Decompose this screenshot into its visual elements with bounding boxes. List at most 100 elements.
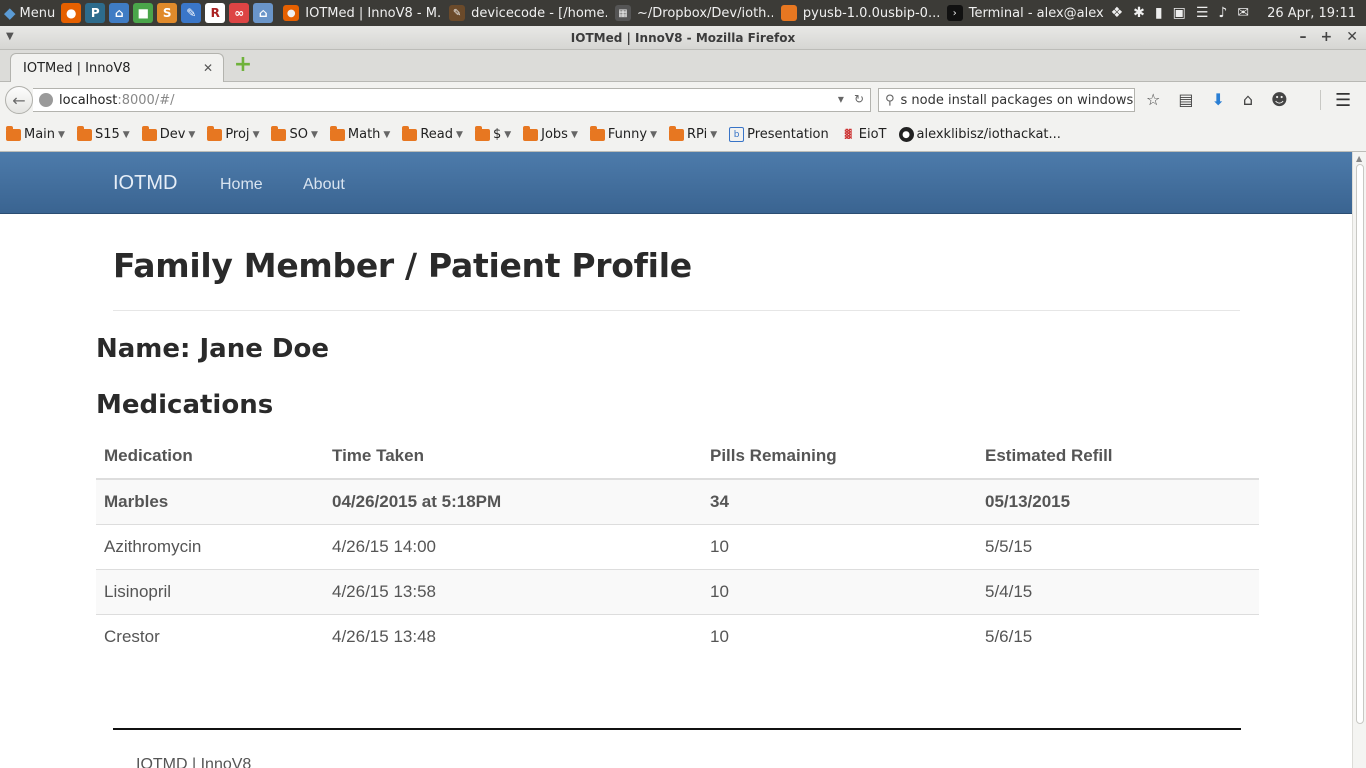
search-input[interactable]: s node install packages on windows [901, 93, 1134, 108]
editor-launcher-icon[interactable]: ✎ [181, 3, 202, 23]
bookmark-folder-money[interactable]: $ ▼ [474, 125, 512, 142]
bookmark-star-icon[interactable]: ☆ [1146, 90, 1160, 109]
presentation-icon: b [729, 127, 745, 142]
site-brand[interactable]: IOTMD [113, 172, 177, 195]
back-button[interactable]: ← [5, 86, 33, 114]
folder-icon [589, 125, 605, 141]
bookmark-folder-proj[interactable]: Proj ▼ [207, 125, 260, 142]
chevron-down-icon: ▼ [504, 129, 512, 140]
cell-time-taken: 4/26/15 13:48 [324, 613, 702, 659]
task-files[interactable]: ▦ ~/Dropbox/Dev/ioth... [611, 1, 773, 25]
hamburger-menu-icon[interactable]: ☰ [1335, 90, 1351, 111]
mail-icon[interactable]: ✉ [1237, 5, 1249, 21]
system-panel: ◆ Menu ● P ⌂ ■ S ✎ R ∞ ⌂ ● IOTMed | Inno… [0, 0, 1366, 26]
rstudio-launcher-icon[interactable]: R [205, 3, 226, 23]
cell-time-taken: 4/26/15 13:58 [324, 568, 702, 614]
window-controls: – + ✕ [1300, 29, 1358, 45]
scrollbar-thumb[interactable] [1356, 164, 1364, 724]
chevron-down-icon: ▼ [252, 129, 260, 140]
chevron-down-icon: ▼ [650, 129, 657, 140]
close-icon[interactable]: ✕ [1346, 29, 1358, 45]
download-icon[interactable]: ⬇ [1211, 90, 1224, 109]
folder-icon [523, 125, 539, 141]
chevron-down-icon: ▼ [456, 129, 463, 140]
chevron-down-icon: ▼ [710, 129, 718, 140]
scroll-up-icon[interactable]: ▲ [1356, 154, 1362, 163]
cell-medication: Marbles [96, 478, 324, 524]
task-terminal[interactable]: › Terminal - alex@alex... [943, 1, 1105, 25]
sublime-launcher-icon[interactable]: S [157, 3, 178, 23]
bookmark-presentation[interactable]: b Presentation [729, 127, 829, 142]
bookmark-folder-funny[interactable]: Funny ▼ [589, 125, 657, 142]
bookmark-folder-s15[interactable]: S15 ▼ [76, 125, 130, 142]
wifi-icon[interactable]: ☰ [1196, 5, 1209, 21]
footer-divider [113, 728, 1241, 730]
bookmark-eiot[interactable]: ▓ EioT [841, 127, 887, 142]
folder-icon [141, 125, 157, 141]
misc-launcher-icon[interactable]: ∞ [229, 3, 250, 23]
nav-link-about[interactable]: About [303, 176, 345, 194]
cell-estimated-refill: 5/6/15 [977, 613, 1259, 659]
bookmark-folder-jobs[interactable]: Jobs ▼ [523, 125, 578, 142]
cell-estimated-refill: 05/13/2015 [977, 478, 1259, 524]
reading-list-icon[interactable]: ▤ [1178, 90, 1193, 109]
bookmark-label: Math [347, 127, 381, 142]
page-viewport: IOTMD Home About Family Member / Patient… [0, 152, 1352, 768]
new-tab-icon[interactable]: + [233, 54, 253, 76]
search-go-icon[interactable]: → [1133, 93, 1134, 108]
chat-icon[interactable]: ☻ [1271, 90, 1288, 109]
page-scrollbar[interactable]: ▲ [1352, 152, 1366, 768]
task-editor[interactable]: ✎ devicecode - [/home... [445, 1, 607, 25]
taskbar: ● IOTMed | InnoV8 - M... ✎ devicecode - … [279, 1, 1105, 25]
bookmark-folder-rpi[interactable]: RPi ▼ [668, 125, 718, 142]
back-arrow-icon: ← [12, 90, 26, 110]
cell-pills-remaining: 34 [702, 478, 977, 524]
bookmark-folder-dev[interactable]: Dev ▼ [141, 125, 195, 142]
maximize-icon[interactable]: + [1321, 29, 1333, 45]
bookmark-label: Funny [607, 127, 648, 142]
bookmark-folder-main[interactable]: Main ▼ [6, 125, 65, 142]
chevron-down-icon: ▼ [122, 129, 130, 140]
task-folder[interactable]: pyusb-1.0.0usbip-0.... [777, 1, 939, 25]
volume-icon[interactable]: ♪ [1218, 5, 1227, 21]
url-dropdown-icon[interactable]: ▾ [838, 92, 844, 106]
tab-iotmed[interactable]: IOTMed | InnoV8 ✕ [10, 53, 224, 82]
table-row: Lisinopril 4/26/15 13:58 10 5/4/15 [96, 568, 1259, 614]
firefox-icon: ● [283, 5, 300, 21]
table-row: Azithromycin 4/26/15 14:00 10 5/5/15 [96, 523, 1259, 569]
window-titlebar: ▼ IOTMed | InnoV8 - Mozilla Firefox – + … [0, 26, 1366, 50]
nautilus-launcher-icon[interactable]: ⌂ [109, 3, 130, 23]
firefox-launcher-icon[interactable]: ● [61, 3, 82, 23]
tab-close-icon[interactable]: ✕ [203, 61, 213, 75]
pycharm-launcher-icon[interactable]: P [85, 3, 106, 23]
bookmark-label: Dev [159, 127, 186, 142]
bluetooth-icon[interactable]: ✱ [1133, 5, 1145, 21]
task-firefox[interactable]: ● IOTMed | InnoV8 - M... [279, 1, 441, 25]
home-icon[interactable]: ⌂ [1243, 90, 1253, 109]
eiot-icon: ▓ [844, 129, 852, 140]
bookmark-folder-so[interactable]: SO ▼ [271, 125, 318, 142]
bookmark-folder-read[interactable]: Read ▼ [402, 125, 463, 142]
reload-icon[interactable]: ↻ [854, 92, 864, 106]
window-title: IOTMed | InnoV8 - Mozilla Firefox [570, 30, 796, 45]
bookmark-label: Main [24, 127, 56, 142]
bookmark-label: S15 [94, 127, 120, 142]
home-launcher-icon[interactable]: ⌂ [253, 3, 274, 23]
battery-icon[interactable]: ▮ [1155, 5, 1163, 21]
search-bar[interactable]: ⚲ s node install packages on windows → [878, 88, 1135, 112]
toolbar-separator [1320, 90, 1321, 110]
dropbox-icon[interactable]: ❖ [1111, 5, 1124, 21]
cell-time-taken: 04/26/2015 at 5:18PM [324, 478, 702, 524]
clock[interactable]: 26 Apr, 19:11 [1267, 6, 1356, 21]
network-icon[interactable]: ▣ [1173, 5, 1186, 21]
site-navbar: IOTMD Home About [0, 152, 1352, 214]
app-launcher-icon[interactable]: ■ [133, 3, 154, 23]
system-menu-button[interactable]: ◆ Menu [0, 0, 61, 26]
bookmark-github[interactable]: ● alexklibisz/iothackat... [898, 127, 1061, 142]
url-path: :8000/#/ [117, 92, 175, 108]
minimize-icon[interactable]: – [1300, 29, 1307, 45]
bookmark-folder-math[interactable]: Math ▼ [329, 125, 390, 142]
url-bar[interactable]: localhost:8000/#/ ▾ ↻ [33, 88, 871, 112]
nav-link-home[interactable]: Home [220, 176, 263, 194]
window-menu-icon[interactable]: ▼ [6, 31, 14, 42]
